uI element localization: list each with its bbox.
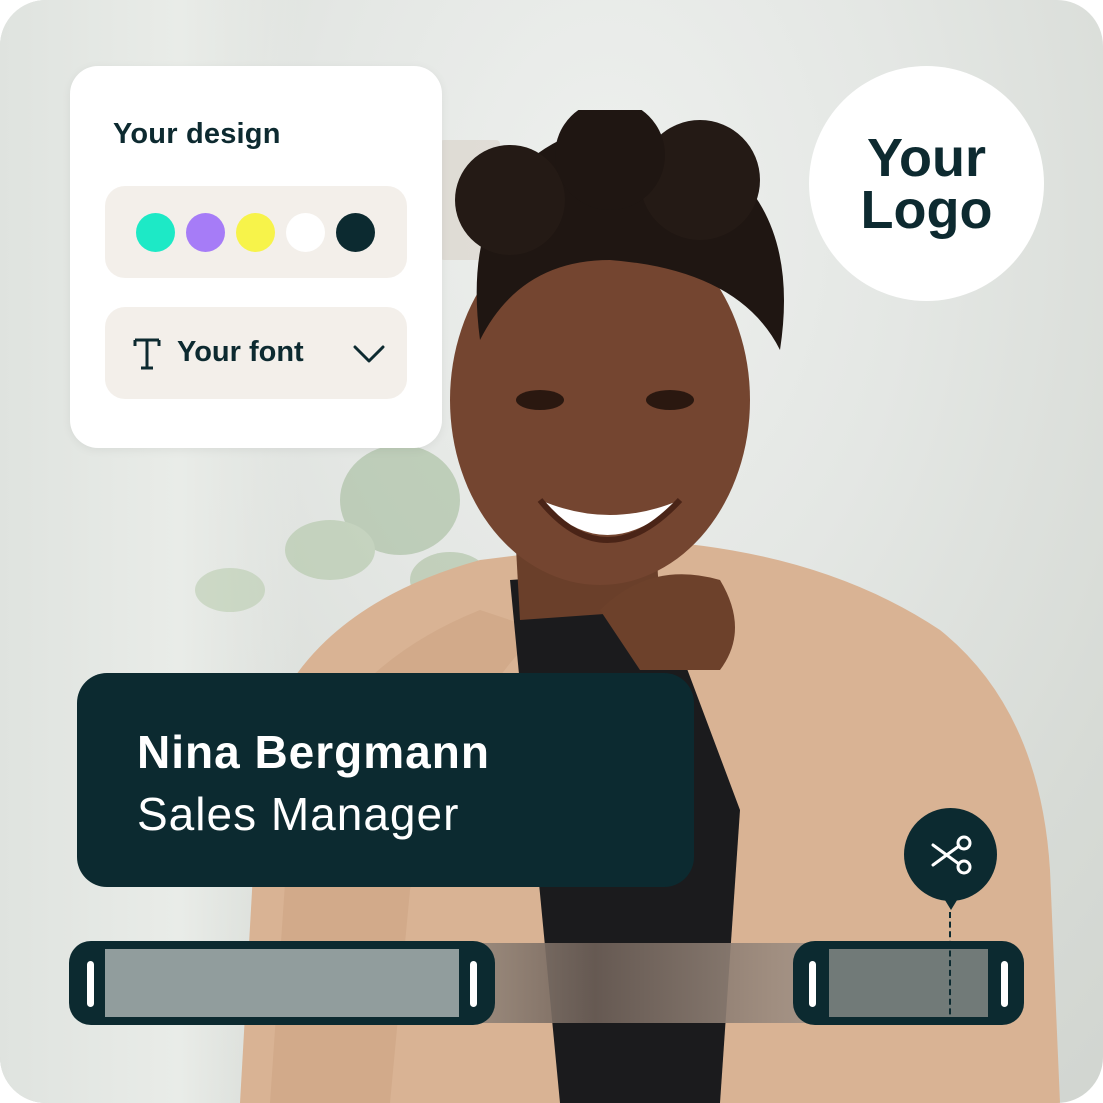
clip-end-handle[interactable] <box>470 961 477 1007</box>
color-palette <box>105 186 407 278</box>
video-editor-preview: Your design Your font Your Logo Nina Ber… <box>0 0 1103 1103</box>
chevron-down-icon <box>353 345 385 363</box>
lower-third-caption[interactable]: Nina Bergmann Sales Manager <box>77 673 694 887</box>
timeline-clip-right[interactable] <box>793 941 1024 1025</box>
swatch-dark-teal[interactable] <box>336 213 375 252</box>
text-type-icon <box>133 338 161 370</box>
swatch-turquoise[interactable] <box>136 213 175 252</box>
logo-placeholder[interactable]: Your Logo <box>809 66 1044 301</box>
cut-marker-line <box>949 912 951 1024</box>
design-panel: Your design Your font <box>70 66 442 448</box>
clip-preview <box>105 949 459 1017</box>
logo-text-line2: Logo <box>860 179 993 240</box>
clip-preview <box>829 949 988 1017</box>
cut-button[interactable] <box>904 808 997 901</box>
person-name: Nina Bergmann <box>137 726 490 778</box>
design-panel-title: Your design <box>113 118 281 150</box>
swatch-yellow[interactable] <box>236 213 275 252</box>
swatch-purple[interactable] <box>186 213 225 252</box>
timeline-clip-left[interactable] <box>69 941 495 1025</box>
swatch-white[interactable] <box>286 213 325 252</box>
scissors-icon <box>931 835 972 875</box>
logo-text-line1: Your <box>867 127 986 188</box>
clip-start-handle[interactable] <box>809 961 816 1007</box>
person-role: Sales Manager <box>137 788 460 840</box>
clip-end-handle[interactable] <box>1001 961 1008 1007</box>
font-selector[interactable]: Your font <box>105 307 407 399</box>
clip-start-handle[interactable] <box>87 961 94 1007</box>
font-selector-label: Your font <box>177 336 304 368</box>
